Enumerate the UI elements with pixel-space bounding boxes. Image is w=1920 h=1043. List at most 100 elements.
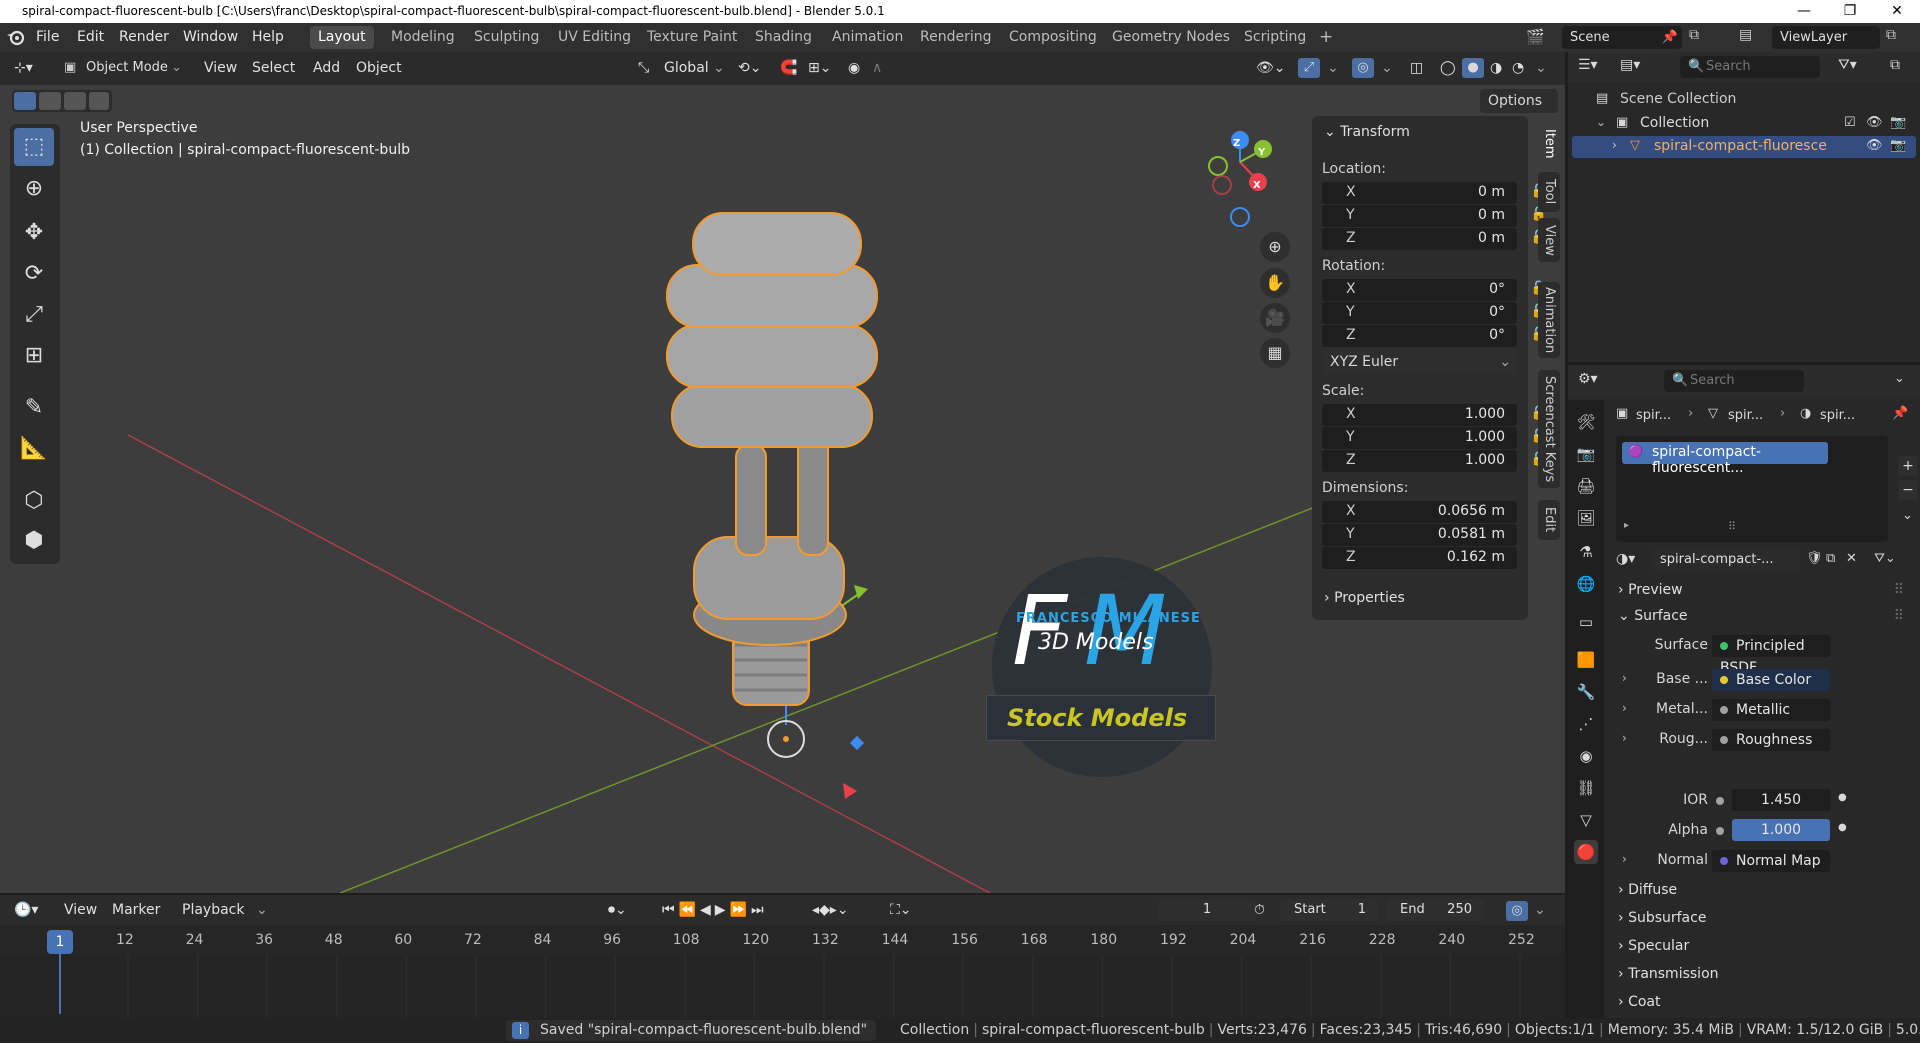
keyframe-nav-icon[interactable]: ◂◆▸⌄: [812, 897, 849, 923]
editor-type-icon[interactable]: ⊹▾: [14, 55, 33, 81]
dimensions-x-field[interactable]: X 0.0656 m: [1322, 501, 1517, 523]
tab-item[interactable]: Item: [1538, 124, 1560, 164]
duplicate-icon[interactable]: ⧉: [1826, 551, 1835, 566]
viewport-menu-view[interactable]: View: [204, 55, 237, 81]
section-coat[interactable]: › Coat: [1618, 994, 1660, 1010]
scale-x-field[interactable]: X1.000🔓: [1322, 404, 1547, 426]
tab-animation[interactable]: Animation: [824, 26, 911, 49]
fake-user-icon[interactable]: 🛡: [1806, 551, 1823, 566]
select-box-tool-icon[interactable]: ⬚: [14, 128, 54, 166]
tab-tool[interactable]: Tool: [1538, 172, 1560, 212]
rotation-x-field[interactable]: X0°🔓: [1322, 279, 1547, 301]
shading-chevron-icon[interactable]: ⌄: [1535, 55, 1547, 81]
location-z-field[interactable]: Z0 m🔓: [1322, 228, 1547, 250]
eye-icon[interactable]: 👁: [1866, 138, 1883, 153]
minimize-button[interactable]: —: [1781, 0, 1827, 23]
menu-render[interactable]: Render: [113, 23, 175, 52]
keyframe-dot-icon[interactable]: ●: [1838, 822, 1847, 833]
eye-icon[interactable]: 👁: [1866, 115, 1883, 130]
orientation-selector[interactable]: Global: [664, 55, 709, 81]
maximize-button[interactable]: ❐: [1827, 0, 1873, 23]
close-button[interactable]: ✕: [1874, 0, 1920, 23]
menu-file[interactable]: File: [30, 23, 65, 52]
tab-animation[interactable]: Animation: [1538, 282, 1560, 358]
viewport-menu-object[interactable]: Object: [356, 55, 402, 81]
transform-header[interactable]: ⌄ Transform: [1324, 124, 1410, 140]
move-tool-icon[interactable]: ✥: [14, 214, 54, 252]
tab-view[interactable]: View: [1538, 218, 1560, 262]
alpha-field[interactable]: 1.000: [1732, 819, 1830, 841]
viewport-menu-select[interactable]: Select: [252, 55, 295, 81]
playback-chevron-icon[interactable]: ⌄: [256, 897, 268, 923]
dimensions-z-field[interactable]: Z 0.162 m: [1322, 547, 1517, 569]
view-layer-tab-icon[interactable]: 🖼: [1574, 506, 1598, 530]
measure-tool-icon[interactable]: 📐: [14, 430, 54, 468]
shading-solid-icon[interactable]: ●: [1462, 58, 1484, 78]
timeline-overlay-icon[interactable]: ◎: [1506, 901, 1528, 921]
properties-editor-icon[interactable]: ⚙▾: [1578, 371, 1598, 387]
tab-geometry-nodes[interactable]: Geometry Nodes: [1104, 26, 1238, 49]
timeline-grid[interactable]: [0, 925, 1565, 1018]
input-roughness[interactable]: › Roug... Roughness: [1612, 728, 1912, 754]
current-frame-field[interactable]: 1: [1158, 899, 1256, 921]
add-workspace-button[interactable]: +: [1311, 26, 1341, 49]
modifier-icon[interactable]: 🔧: [1574, 680, 1598, 704]
rotation-y-field[interactable]: Y0°🔓: [1322, 302, 1547, 324]
collection-tab-icon[interactable]: ▭: [1574, 610, 1598, 634]
falloff-icon[interactable]: ∧: [872, 55, 882, 81]
outliner-row-object[interactable]: › ▽ spiral-compact-fluoresce 👁 📷: [1572, 136, 1916, 158]
viewport-menu-add[interactable]: Add: [313, 55, 340, 81]
preview-panel[interactable]: › Preview ⠿: [1618, 582, 1912, 598]
scale-z-field[interactable]: Z1.000🔓: [1322, 450, 1547, 472]
tab-uv-editing[interactable]: UV Editing: [550, 26, 639, 49]
data-icon[interactable]: ▽: [1574, 808, 1598, 832]
tab-shading[interactable]: Shading: [747, 26, 820, 49]
add-slot-icon[interactable]: +: [1898, 456, 1918, 476]
input-base-color[interactable]: › Base ... Base Color: [1612, 668, 1912, 694]
material-name-field[interactable]: spiral-compact-...: [1652, 549, 1800, 571]
material-icon[interactable]: 🔴: [1574, 840, 1598, 864]
outliner-search[interactable]: 🔍 Search: [1680, 56, 1820, 78]
section-specular[interactable]: › Specular: [1618, 938, 1689, 954]
new-collection-icon[interactable]: ⧉: [1890, 57, 1900, 73]
slot-menu-chevron-icon[interactable]: ⌄: [1902, 508, 1913, 523]
rotate-tool-icon[interactable]: ⟳: [14, 255, 54, 293]
chevron-right-icon[interactable]: ›: [1622, 671, 1627, 685]
properties-search[interactable]: 🔍 Search: [1664, 370, 1804, 392]
resize-handle-icon[interactable]: ⠿: [1728, 520, 1736, 533]
overlay-toggle-icon[interactable]: ◎: [1352, 58, 1374, 78]
ortho-grid-icon[interactable]: ▦: [1260, 338, 1290, 368]
roughness-field[interactable]: Roughness: [1712, 729, 1830, 751]
scale-y-field[interactable]: Y1.000🔓: [1322, 427, 1547, 449]
start-frame-field[interactable]: Start 1: [1280, 899, 1378, 921]
scale-tool-icon[interactable]: ⤢: [14, 296, 54, 334]
tab-texture-paint[interactable]: Texture Paint: [639, 26, 745, 49]
location-x-field[interactable]: X0 m🔓: [1322, 182, 1547, 204]
tab-modeling[interactable]: Modeling: [383, 26, 463, 49]
auto-keying-icon[interactable]: ⛶⌄: [890, 897, 912, 923]
drag-handle-icon[interactable]: ⠿: [1894, 608, 1904, 624]
normal-field[interactable]: Normal Map: [1712, 850, 1830, 872]
rotation-z-field[interactable]: Z0°🔓: [1322, 325, 1547, 347]
camera-icon[interactable]: 🎥: [1260, 303, 1290, 333]
surface-shader-field[interactable]: Principled BSDF: [1712, 635, 1830, 676]
pan-hand-icon[interactable]: ✋: [1260, 268, 1290, 298]
menu-edit[interactable]: Edit: [71, 23, 110, 52]
tab-sculpting[interactable]: Sculpting: [466, 26, 547, 49]
shading-rendered-icon[interactable]: ◔: [1512, 55, 1524, 81]
add-cube-tool-icon[interactable]: ⬡: [14, 482, 54, 520]
transform-tool-icon[interactable]: ⊞: [14, 337, 54, 375]
chevron-right-icon[interactable]: ›: [1612, 138, 1617, 152]
constraints-icon[interactable]: ⛓: [1574, 776, 1598, 800]
link-icon[interactable]: ⛛⌄: [1874, 551, 1896, 566]
timeline-editor-icon[interactable]: 🕒▾: [14, 897, 38, 923]
properties-header[interactable]: › Properties: [1324, 590, 1405, 606]
tab-scripting[interactable]: Scripting: [1236, 26, 1314, 49]
dimensions-y-field[interactable]: Y 0.0581 m: [1322, 524, 1517, 546]
outliner-row-scene-collection[interactable]: ▤ Scene Collection: [1568, 88, 1920, 112]
overlay-chevron-icon[interactable]: ⌄: [1381, 55, 1393, 81]
tab-screencast-keys[interactable]: Screencast Keys: [1538, 370, 1560, 488]
chevron-right-icon[interactable]: ›: [1622, 731, 1627, 745]
chevron-right-icon[interactable]: ›: [1622, 701, 1627, 715]
menu-help[interactable]: Help: [246, 23, 290, 52]
